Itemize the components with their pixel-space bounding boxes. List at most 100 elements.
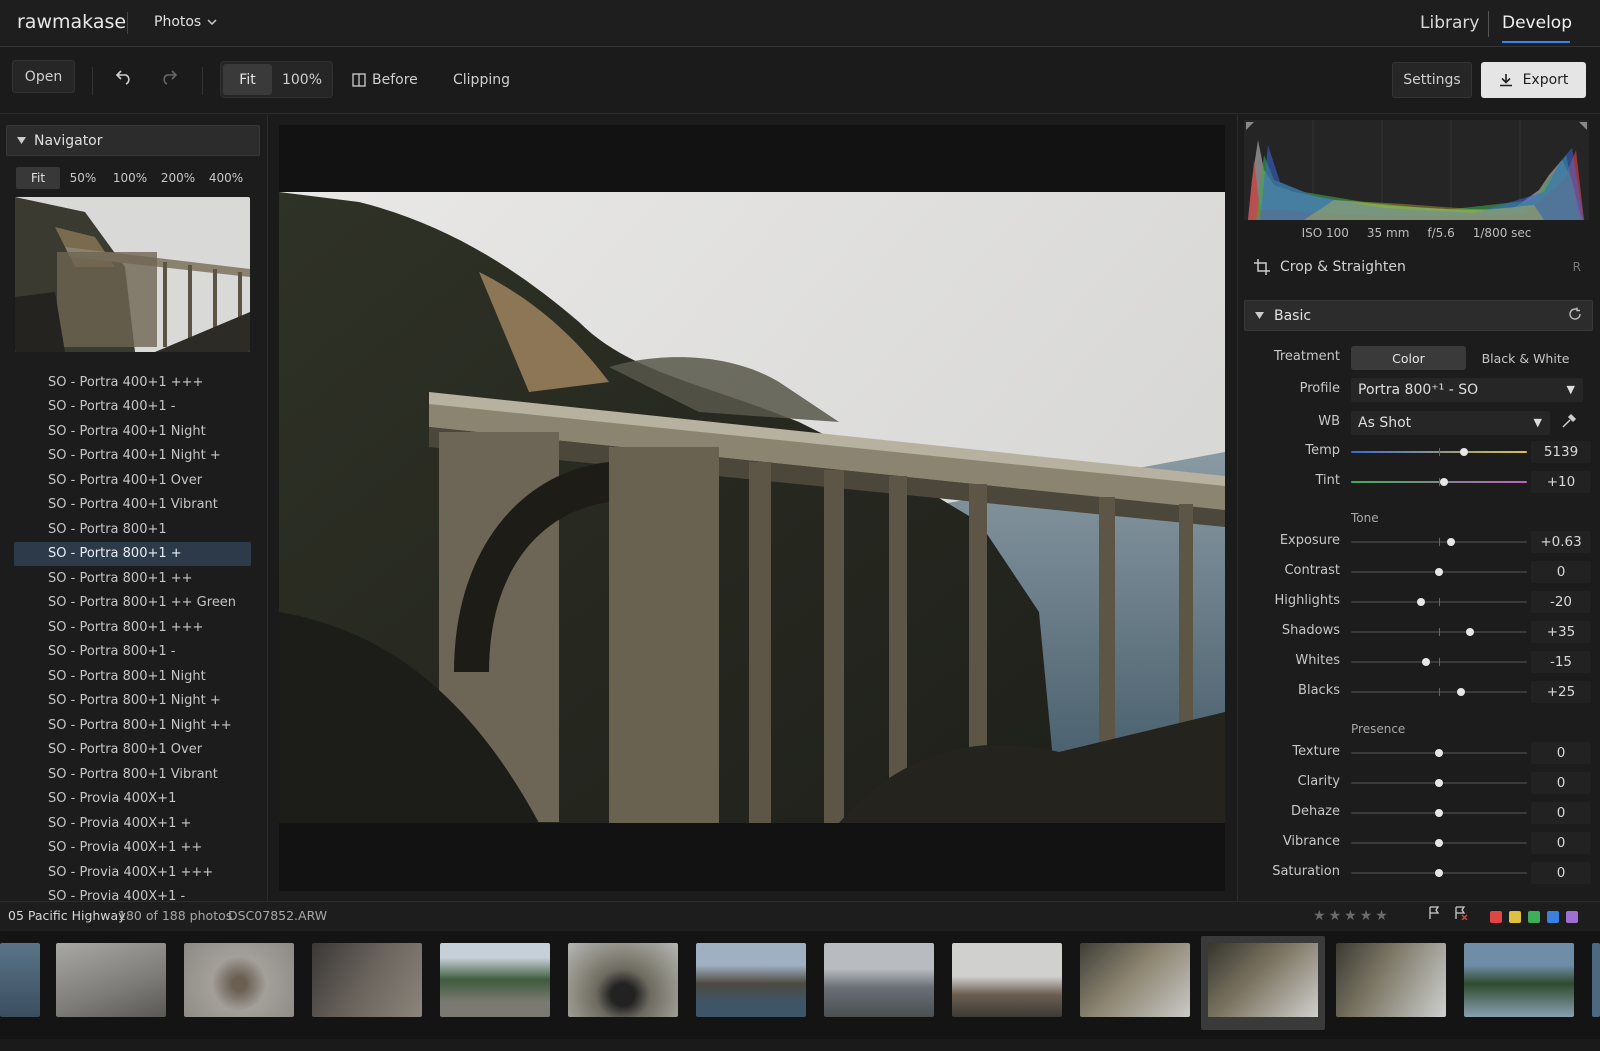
preset-item[interactable]: SO - Provia 400X+1 + bbox=[14, 811, 251, 836]
blacks-slider[interactable] bbox=[1351, 685, 1527, 699]
filmstrip-thumbnail[interactable] bbox=[1336, 943, 1446, 1017]
preset-item[interactable]: SO - Portra 400+1 - bbox=[14, 395, 251, 420]
slider-handle[interactable] bbox=[1435, 839, 1443, 847]
zoom-fit-button[interactable]: Fit bbox=[223, 64, 272, 95]
tab-library[interactable]: Library bbox=[1420, 13, 1479, 33]
preset-item[interactable]: SO - Portra 800+1 ++ bbox=[14, 566, 251, 591]
slider-handle[interactable] bbox=[1435, 869, 1443, 877]
preset-item[interactable]: SO - Portra 800+1 Vibrant bbox=[14, 762, 251, 787]
open-button[interactable]: Open bbox=[12, 60, 75, 93]
tint-value-field[interactable]: +10 bbox=[1531, 471, 1591, 493]
nav-zoom-fit[interactable]: Fit bbox=[16, 167, 60, 189]
filmstrip-thumbnail[interactable] bbox=[56, 943, 166, 1017]
temp-slider[interactable] bbox=[1351, 445, 1527, 459]
filmstrip-thumbnail[interactable] bbox=[1464, 943, 1574, 1017]
filmstrip-thumbnail[interactable] bbox=[184, 943, 294, 1017]
slider-handle[interactable] bbox=[1417, 598, 1426, 606]
color-label-swatch[interactable] bbox=[1566, 911, 1578, 923]
preset-item[interactable]: SO - Portra 400+1 Night bbox=[14, 419, 251, 444]
reset-icon[interactable] bbox=[1568, 307, 1582, 325]
star-icon[interactable]: ★ bbox=[1344, 908, 1357, 924]
filmstrip-thumbnail[interactable] bbox=[952, 943, 1062, 1017]
preset-item[interactable]: SO - Provia 400X+1 ++ bbox=[14, 836, 251, 861]
filmstrip-thumbnail[interactable] bbox=[312, 943, 422, 1017]
nav-zoom-100[interactable]: 100% bbox=[106, 167, 154, 189]
preset-item[interactable]: SO - Portra 800+1 + bbox=[14, 541, 251, 566]
preset-item[interactable]: SO - Portra 800+1 Over bbox=[14, 738, 251, 763]
preset-item[interactable]: SO - Portra 800+1 Night + bbox=[14, 689, 251, 714]
star-icon[interactable]: ★ bbox=[1329, 908, 1342, 924]
vibrance-value-field[interactable]: 0 bbox=[1531, 832, 1591, 854]
slider-handle[interactable] bbox=[1465, 628, 1474, 636]
slider-handle[interactable] bbox=[1435, 568, 1443, 576]
filmstrip-thumbnail[interactable] bbox=[0, 943, 40, 1017]
tint-slider[interactable] bbox=[1351, 475, 1527, 489]
exposure-value-field[interactable]: +0.63 bbox=[1531, 531, 1591, 553]
slider-handle[interactable] bbox=[1457, 688, 1465, 696]
preset-item[interactable]: SO - Portra 400+1 Vibrant bbox=[14, 493, 251, 518]
album-dropdown[interactable]: Photos bbox=[154, 14, 217, 30]
basic-panel-header[interactable]: Basic bbox=[1244, 300, 1593, 331]
shadows-value-field[interactable]: +35 bbox=[1531, 621, 1591, 643]
slider-handle[interactable] bbox=[1435, 749, 1443, 757]
blacks-value-field[interactable]: +25 bbox=[1531, 681, 1591, 703]
filmstrip-thumbnail[interactable] bbox=[696, 943, 806, 1017]
clipping-button[interactable]: Clipping bbox=[453, 64, 510, 96]
preset-item[interactable]: SO - Portra 800+1 Night ++ bbox=[14, 713, 251, 738]
before-after-button[interactable]: Before bbox=[352, 64, 418, 96]
slider-handle[interactable] bbox=[1435, 779, 1443, 787]
vibrance-slider[interactable] bbox=[1351, 836, 1527, 850]
preset-item[interactable]: SO - Portra 800+1 bbox=[14, 517, 251, 542]
filmstrip-thumbnail-selected[interactable] bbox=[1201, 936, 1325, 1030]
whites-slider[interactable] bbox=[1351, 655, 1527, 669]
slider-handle[interactable] bbox=[1435, 809, 1443, 817]
preset-item[interactable]: SO - Provia 400X+1 +++ bbox=[14, 860, 251, 885]
treatment-color[interactable]: Color bbox=[1351, 346, 1466, 370]
color-label-swatch[interactable] bbox=[1509, 911, 1521, 923]
saturation-value-field[interactable]: 0 bbox=[1531, 862, 1591, 884]
color-label-swatch[interactable] bbox=[1547, 911, 1559, 923]
main-photo[interactable] bbox=[279, 192, 1225, 823]
wb-dropdown[interactable]: As Shot ▼ bbox=[1351, 411, 1550, 435]
reject-flag-icon[interactable] bbox=[1454, 906, 1468, 920]
settings-button[interactable]: Settings bbox=[1392, 62, 1472, 98]
texture-slider[interactable] bbox=[1351, 746, 1527, 760]
contrast-value-field[interactable]: 0 bbox=[1531, 561, 1591, 583]
preset-item[interactable]: SO - Portra 800+1 ++ Green bbox=[14, 591, 251, 616]
navigator-preview-image[interactable] bbox=[15, 197, 250, 352]
eyedropper-icon[interactable] bbox=[1561, 413, 1577, 433]
preset-item[interactable]: SO - Portra 400+1 Over bbox=[14, 468, 251, 493]
profile-dropdown[interactable]: Portra 800⁺¹ - SO ▼ bbox=[1351, 378, 1583, 402]
texture-value-field[interactable]: 0 bbox=[1531, 742, 1591, 764]
flag-icon[interactable] bbox=[1428, 906, 1440, 920]
clarity-value-field[interactable]: 0 bbox=[1531, 772, 1591, 794]
exposure-slider[interactable] bbox=[1351, 535, 1527, 549]
preset-item[interactable]: SO - Portra 400+1 Night + bbox=[14, 444, 251, 469]
redo-button[interactable] bbox=[156, 64, 182, 90]
navigator-header[interactable]: Navigator bbox=[6, 125, 260, 156]
slider-handle[interactable] bbox=[1440, 478, 1449, 486]
export-button[interactable]: Export bbox=[1481, 62, 1586, 98]
star-icon[interactable]: ★ bbox=[1313, 908, 1326, 924]
nav-zoom-200[interactable]: 200% bbox=[154, 167, 202, 189]
preset-item[interactable]: SO - Provia 400X+1 - bbox=[14, 885, 251, 901]
tab-develop[interactable]: Develop bbox=[1502, 13, 1572, 33]
star-icon[interactable]: ★ bbox=[1360, 908, 1373, 924]
whites-value-field[interactable]: -15 bbox=[1531, 651, 1591, 673]
highlights-value-field[interactable]: -20 bbox=[1531, 591, 1591, 613]
nav-zoom-50[interactable]: 50% bbox=[60, 167, 106, 189]
crop-straighten-button[interactable]: Crop & Straighten R bbox=[1244, 252, 1589, 282]
treatment-bw[interactable]: Black & White bbox=[1468, 346, 1583, 370]
highlights-slider[interactable] bbox=[1351, 595, 1527, 609]
slider-handle[interactable] bbox=[1459, 448, 1468, 456]
nav-zoom-400[interactable]: 400% bbox=[202, 167, 250, 189]
shadows-slider[interactable] bbox=[1351, 625, 1527, 639]
preset-item[interactable]: SO - Portra 400+1 +++ bbox=[14, 370, 251, 395]
slider-handle[interactable] bbox=[1447, 538, 1456, 546]
saturation-slider[interactable] bbox=[1351, 866, 1527, 880]
preset-item[interactable]: SO - Portra 800+1 - bbox=[14, 640, 251, 665]
contrast-slider[interactable] bbox=[1351, 565, 1527, 579]
dehaze-value-field[interactable]: 0 bbox=[1531, 802, 1591, 824]
zoom-100-button[interactable]: 100% bbox=[274, 64, 330, 95]
clarity-slider[interactable] bbox=[1351, 776, 1527, 790]
